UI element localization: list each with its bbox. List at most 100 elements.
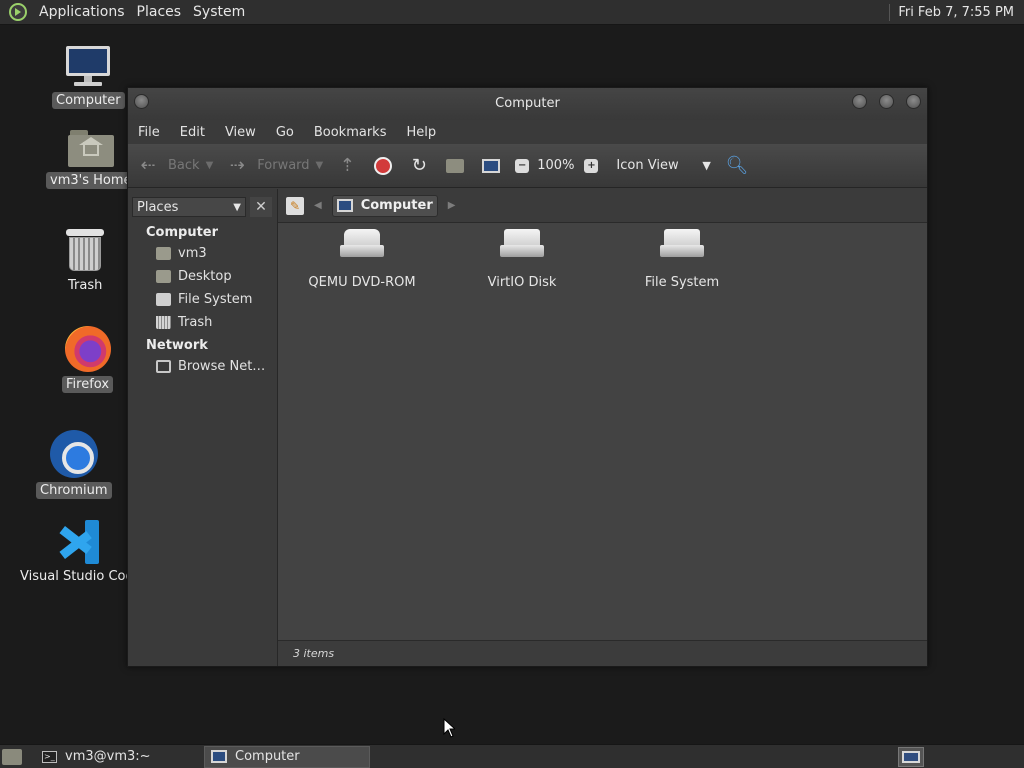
workspace-icon [902, 750, 920, 763]
sidebar-header: Places ▼ ✕ [132, 195, 277, 219]
file-manager-window: Computer File Edit View Go Bookmarks Hel… [127, 87, 928, 667]
menu-edit[interactable]: Edit [170, 125, 215, 140]
chevron-down-icon[interactable]: ▼ [702, 159, 710, 172]
firefox-icon [64, 326, 111, 372]
sidebar: Places ▼ ✕ Computer vm3 Desktop File Sys… [128, 189, 278, 666]
sidebar-item-label: Browse Net… [178, 359, 266, 374]
chevron-down-icon[interactable]: ▼ [316, 160, 324, 171]
computer-icon [211, 750, 227, 763]
menu-go[interactable]: Go [266, 125, 304, 140]
desktop-icon-chromium[interactable]: Chromium [36, 430, 112, 499]
desktop-icon-home[interactable]: vm3's Home [46, 128, 136, 189]
file-item[interactable]: VirtIO Disk [447, 229, 597, 290]
clock[interactable]: Fri Feb 7, 7:55 PM [898, 5, 1024, 20]
menu-bookmarks[interactable]: Bookmarks [304, 125, 397, 140]
sidebar-pane-select[interactable]: Places ▼ [132, 197, 246, 217]
chromium-icon [49, 430, 98, 478]
breadcrumb-label: Computer [360, 198, 433, 213]
menu-file[interactable]: File [128, 125, 170, 140]
sidebar-group-network: Network [146, 338, 208, 353]
sidebar-item-desktop[interactable]: Desktop [128, 265, 277, 288]
zoom-out-icon[interactable]: − [515, 158, 530, 173]
mate-logo-icon[interactable] [9, 3, 27, 21]
stop-button[interactable] [371, 154, 395, 178]
top-panel: Applications Places System Fri Feb 7, 7:… [0, 0, 1024, 25]
desktop-icon-computer[interactable]: Computer [52, 44, 125, 109]
hard-disk-icon [660, 229, 704, 257]
show-desktop-icon[interactable] [2, 748, 22, 765]
search-button[interactable]: 🔍︎ [725, 154, 749, 178]
window-body: Places ▼ ✕ Computer vm3 Desktop File Sys… [128, 189, 927, 666]
file-item-label: File System [644, 275, 720, 290]
maximize-button[interactable] [879, 94, 894, 109]
minimize-button[interactable] [852, 94, 867, 109]
taskbar-item-label: vm3@vm3:~ [65, 749, 151, 764]
file-item[interactable]: QEMU DVD-ROM [287, 229, 437, 290]
taskbar-item-terminal[interactable]: >_ vm3@vm3:~ [36, 746, 200, 768]
computer-button[interactable] [479, 154, 503, 178]
sidebar-item-label: vm3 [178, 246, 207, 261]
sidebar-pane-label: Places [137, 199, 179, 215]
forward-arrow-icon: ⇢ [229, 155, 245, 176]
back-arrow-icon: ⇠ [140, 155, 156, 176]
workspace-switcher[interactable] [898, 746, 924, 767]
up-button[interactable]: ⇡ [335, 154, 359, 178]
reload-icon: ↻ [411, 155, 427, 176]
desktop-icon-firefox[interactable]: Firefox [62, 326, 114, 393]
chevron-down-icon[interactable]: ▼ [206, 160, 214, 171]
desktop-icon-label: vm3's Home [46, 172, 136, 189]
back-label: Back [168, 158, 200, 173]
menu-places[interactable]: Places [131, 0, 188, 25]
panel-separator [889, 3, 891, 21]
computer-icon [336, 199, 353, 212]
search-icon: 🔍︎ [725, 155, 749, 176]
menu-view[interactable]: View [215, 125, 266, 140]
chevron-down-icon: ▼ [233, 201, 241, 213]
menu-system[interactable]: System [187, 0, 251, 25]
sidebar-item-vm3[interactable]: vm3 [128, 242, 277, 265]
file-item-label: QEMU DVD-ROM [308, 275, 416, 290]
desktop-icon-label: Chromium [36, 482, 112, 499]
desktop-icon-trash[interactable]: Trash [64, 229, 106, 294]
window-titlebar[interactable]: Computer [128, 88, 927, 120]
home-folder-icon [67, 128, 114, 168]
sidebar-item-browse-network[interactable]: Browse Net… [128, 355, 277, 378]
hard-disk-icon [500, 229, 544, 257]
close-icon[interactable]: ✕ [250, 197, 272, 217]
taskbar-item-computer[interactable]: Computer [204, 745, 370, 768]
zoom-level[interactable]: 100% [537, 158, 574, 173]
view-mode-select[interactable]: Icon View [616, 158, 702, 173]
desktop-folder-icon [156, 270, 171, 283]
desktop-icon-label: Trash [68, 278, 103, 293]
menu-applications[interactable]: Applications [33, 0, 131, 25]
sidebar-group-computer: Computer [146, 225, 219, 240]
file-item[interactable]: File System [607, 229, 757, 290]
close-button[interactable] [906, 94, 921, 109]
top-panel-right: Fri Feb 7, 7:55 PM [889, 0, 1024, 25]
reload-button[interactable]: ↻ [407, 154, 431, 178]
desktop-icon-label: Firefox [62, 376, 114, 393]
edit-location-icon[interactable]: ✎ [286, 196, 304, 215]
breadcrumb[interactable]: Computer [331, 194, 438, 217]
status-bar: 3 items [278, 640, 927, 666]
sidebar-item-trash[interactable]: Trash [128, 311, 277, 334]
desktop-icon-label: Computer [52, 92, 125, 109]
home-button[interactable] [443, 154, 467, 178]
path-bar: ✎ ◀ Computer ▶ [278, 189, 927, 223]
forward-label: Forward [257, 158, 310, 173]
taskbar-item-label: Computer [235, 749, 300, 764]
vscode-icon [59, 520, 103, 564]
zoom-in-icon[interactable]: + [584, 158, 599, 173]
chevron-right-icon[interactable]: ▶ [448, 200, 456, 211]
computer-icon [479, 154, 503, 178]
stop-icon [371, 154, 395, 178]
back-button[interactable]: ⇠ Back ▼ [136, 154, 213, 178]
menu-help[interactable]: Help [396, 125, 446, 140]
menubar: File Edit View Go Bookmarks Help [128, 120, 927, 144]
up-arrow-icon: ⇡ [339, 155, 355, 176]
chevron-left-icon[interactable]: ◀ [314, 200, 322, 211]
file-grid: QEMU DVD-ROM VirtIO Disk File System [278, 229, 927, 309]
network-icon [156, 360, 171, 373]
sidebar-item-file-system[interactable]: File System [128, 288, 277, 311]
forward-button[interactable]: ⇢ Forward ▼ [225, 154, 324, 178]
